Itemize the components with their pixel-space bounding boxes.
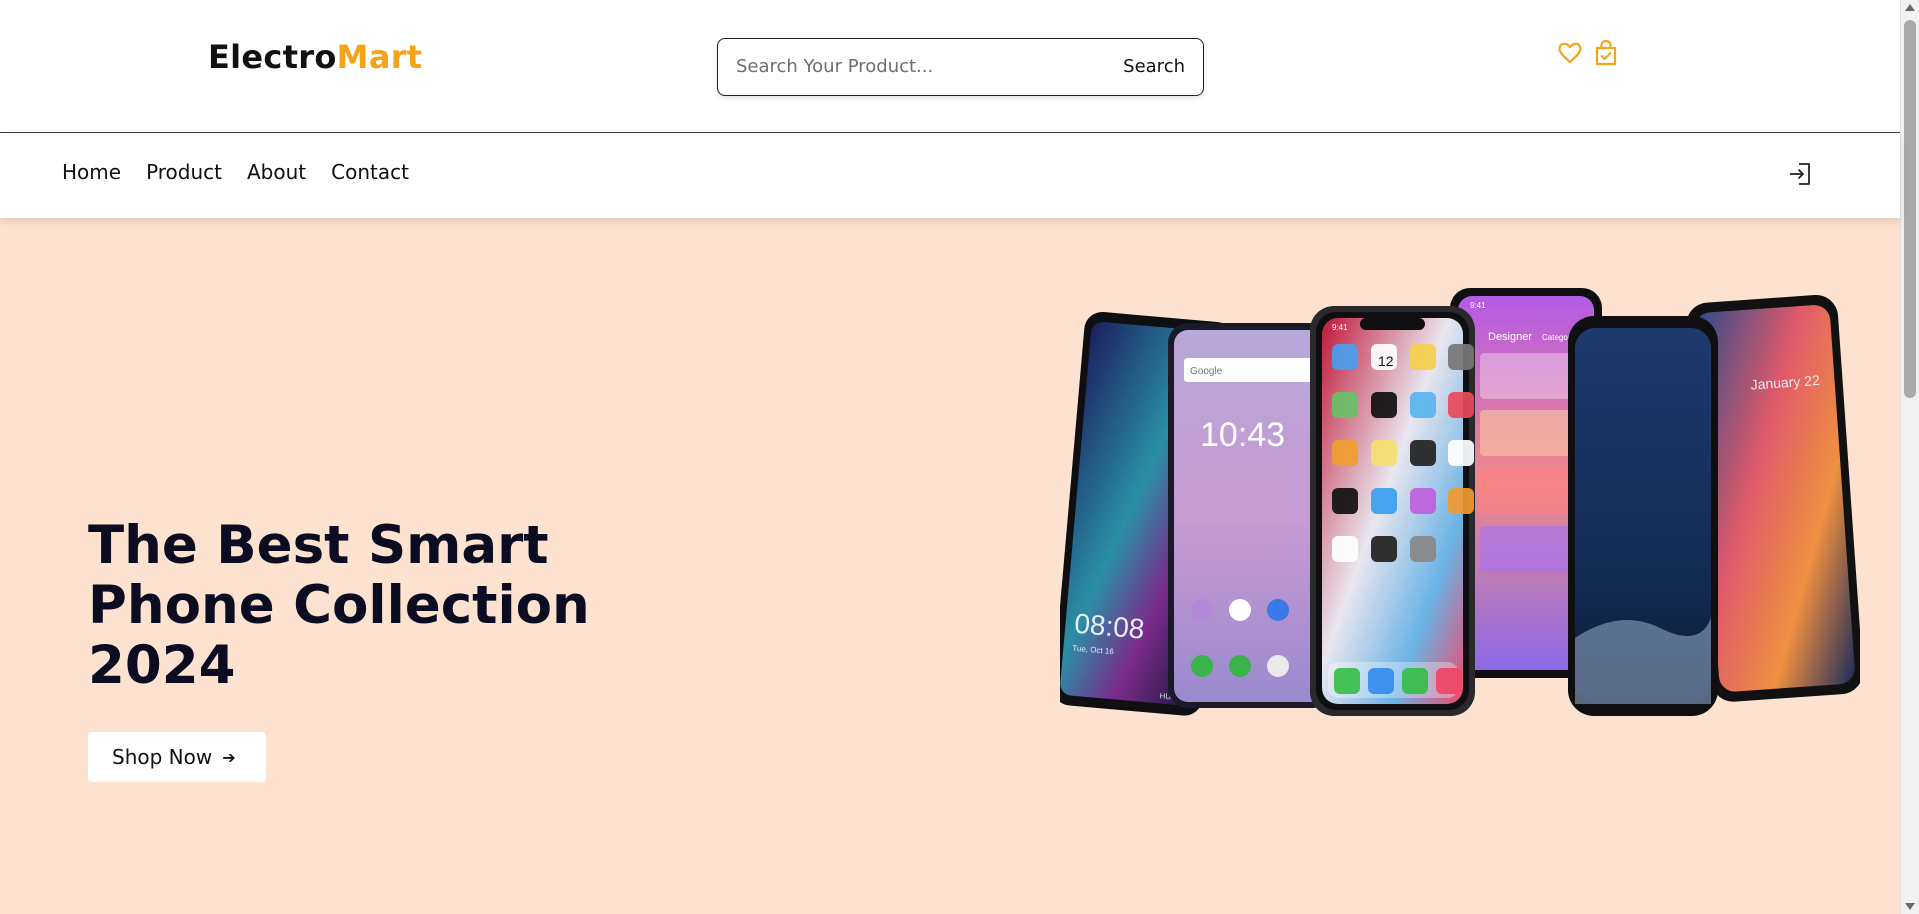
search-button[interactable]: Search [1123, 56, 1185, 77]
hero-headline: The Best Smart Phone Collection 2024 [88, 515, 590, 696]
nav-item-home[interactable]: Home [62, 160, 121, 184]
header-icons [1556, 38, 1620, 68]
logo[interactable]: ElectroMart [208, 38, 422, 76]
heart-icon[interactable] [1556, 38, 1584, 68]
phone4-status-time: 9:41 [1470, 301, 1486, 310]
phone2-search: Google [1190, 366, 1223, 377]
phone1-time: 08:08 [1073, 608, 1146, 645]
phone4-header: Designer [1488, 331, 1532, 343]
phone-collection-image: January 22 08:08 Tue, Oct 16 HUAWEI 9:41… [1060, 288, 1860, 716]
logo-text-electro: Electro [208, 38, 337, 76]
shopping-bag-icon[interactable] [1592, 38, 1620, 68]
shop-now-label: Shop Now [112, 745, 213, 769]
site-header: ElectroMart Search [0, 0, 1900, 133]
phone2-time: 10:43 [1200, 416, 1285, 454]
main-nav: Home Product About Contact [62, 160, 409, 184]
arrow-right-icon: ➔ [222, 747, 236, 767]
nav-item-about[interactable]: About [247, 160, 306, 184]
logo-text-mart: Mart [336, 38, 423, 76]
scroll-down-icon[interactable] [1905, 903, 1915, 910]
hero-section: The Best Smart Phone Collection 2024 Sho… [0, 218, 1900, 914]
page-scrollbar[interactable] [1900, 0, 1919, 914]
shop-now-button[interactable]: Shop Now ➔ [88, 732, 266, 782]
nav-item-contact[interactable]: Contact [331, 160, 409, 184]
scroll-up-icon[interactable] [1905, 4, 1915, 11]
login-icon[interactable] [1787, 161, 1813, 187]
search-input[interactable] [736, 39, 1106, 94]
phone3-status-time: 9:41 [1332, 323, 1348, 332]
search-bar: Search [717, 38, 1204, 96]
nav-item-product[interactable]: Product [146, 160, 222, 184]
scrollbar-thumb[interactable] [1904, 20, 1916, 398]
nav-bar: Home Product About Contact [0, 134, 1900, 218]
phone3-calendar-day: 12 [1378, 353, 1394, 369]
